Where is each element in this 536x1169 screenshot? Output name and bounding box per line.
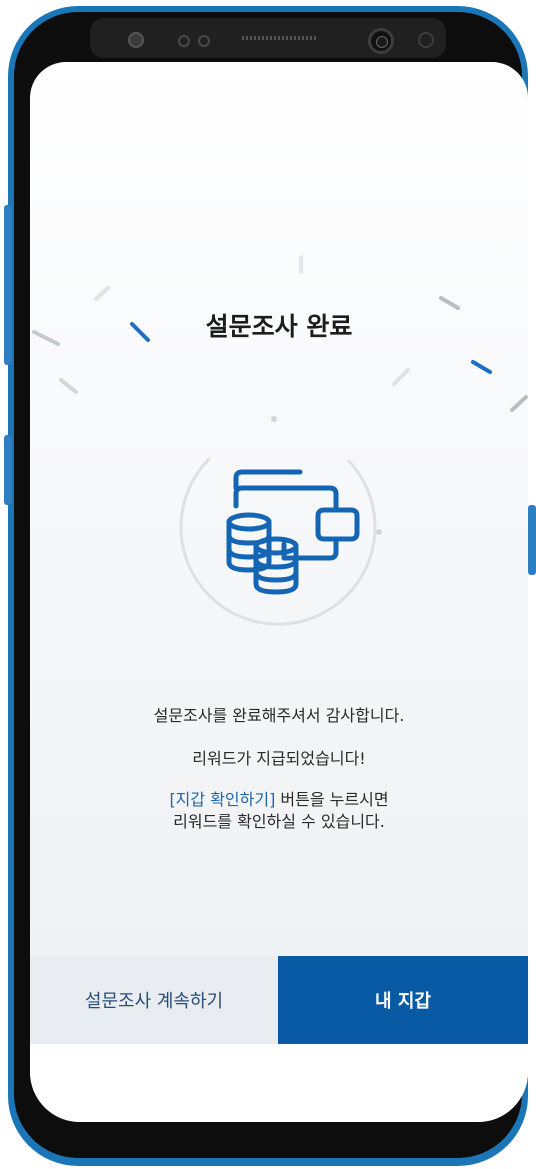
- sensor-icon: [128, 32, 144, 48]
- sensor-icon: [178, 35, 190, 47]
- instruction-text: 리워드를 확인하실 수 있습니다.: [173, 812, 385, 831]
- camera-icon: [368, 28, 394, 54]
- continue-survey-button[interactable]: 설문조사 계속하기: [30, 956, 278, 1044]
- app-screen: 설문조사 완료 설문조사를 완료해주셔서 감사합니다. 리워드가 지급되었습니다…: [30, 62, 528, 1122]
- action-bar: 설문조사 계속하기 내 지갑: [30, 956, 528, 1044]
- sensor-icon: [418, 32, 434, 48]
- wallet-check-highlight: [지갑 확인하기]: [169, 790, 276, 809]
- side-button: [528, 505, 536, 575]
- my-wallet-button[interactable]: 내 지갑: [278, 956, 528, 1044]
- bottom-area: [30, 1044, 528, 1122]
- reward-message: 리워드가 지급되었습니다!: [192, 749, 366, 768]
- side-button: [4, 435, 12, 505]
- instruction-text: 버튼을 누르시면: [275, 790, 389, 809]
- sensor-icon: [198, 35, 210, 47]
- speaker-grille: [242, 36, 318, 40]
- wallet-instruction: [지갑 확인하기] 버튼을 누르시면 리워드를 확인하실 수 있습니다.: [30, 789, 528, 833]
- page-title: 설문조사 완료: [205, 312, 353, 341]
- thank-you-message: 설문조사를 완료해주셔서 감사합니다.: [153, 706, 405, 725]
- side-button: [4, 205, 12, 365]
- wallet-coins-icon: [179, 416, 382, 626]
